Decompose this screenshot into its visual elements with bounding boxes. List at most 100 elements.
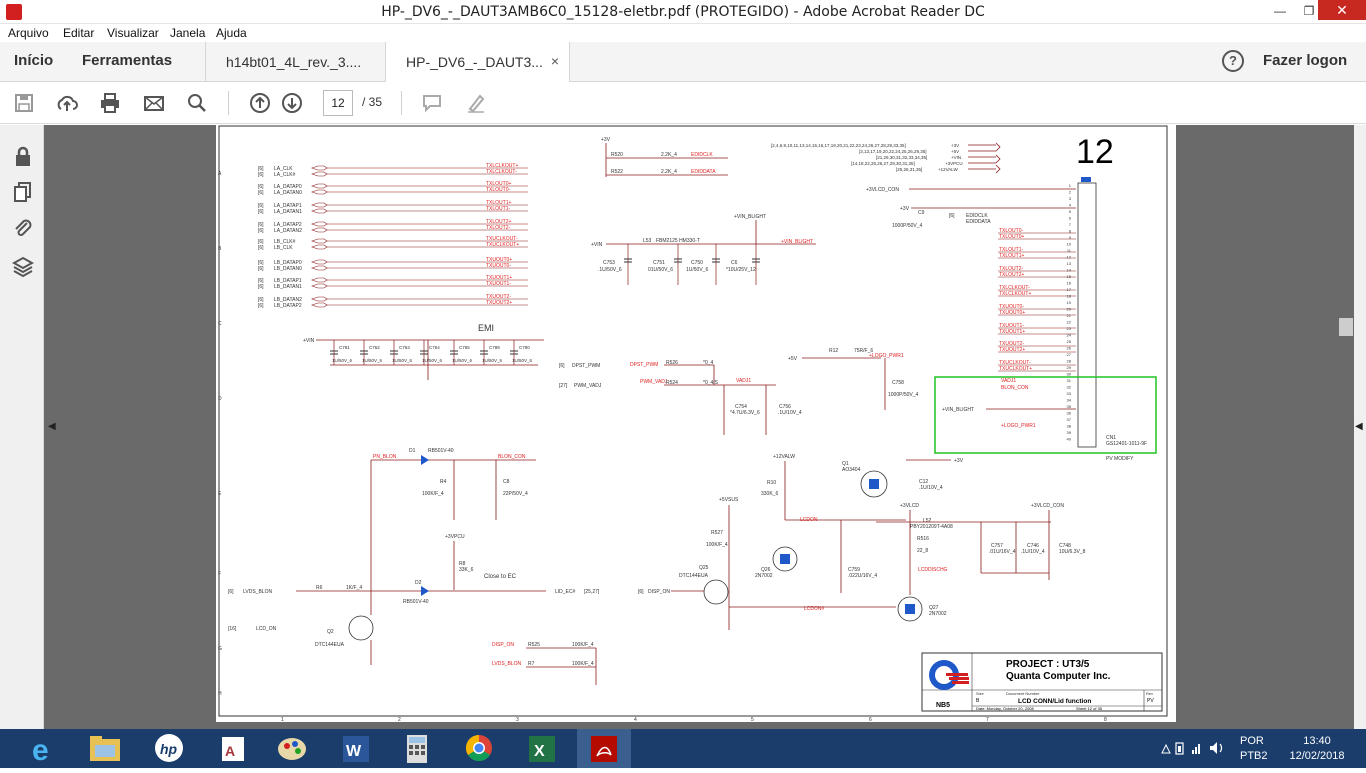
emi-cap-ref: C764 [429,345,440,350]
access-icon[interactable]: A [205,729,259,768]
page-number-input[interactable]: 12 [323,90,353,116]
save-icon[interactable] [13,92,35,114]
print-icon[interactable] [99,92,121,114]
toolbar-separator [401,91,402,115]
part-ref: R526 [666,360,678,366]
previous-page-icon[interactable] [249,92,271,114]
emi-cap-ref: C765 [459,345,470,350]
highlight-pen-icon[interactable] [465,92,487,114]
pin-number: 3 [1069,196,1072,201]
power-rail: +3VPCU [945,161,963,166]
emi-cap-value: 1U/50V_6 [362,358,383,363]
hp-icon[interactable]: hp [142,729,196,768]
part-ref: Q2 [327,629,334,635]
pin-number: 24 [1067,333,1072,338]
excel-icon[interactable]: X [515,729,569,768]
menu-visualizar[interactable]: Visualizar [107,26,159,40]
lcd-connector: +3VLCD_CON +3V C9 1000P/50V_4 [6] EDIDCL… [866,177,1157,462]
collapse-right-icon[interactable]: ◀ [1355,421,1363,432]
emi-cap-value: 1U/50V_6 [452,358,473,363]
close-tab-icon[interactable]: × [551,53,559,69]
comment-icon[interactable] [421,92,443,114]
calculator-icon[interactable] [390,729,444,768]
clock[interactable]: 13:40 12/02/2018 [1282,734,1352,764]
net-port [311,277,328,283]
part-value: 2N7002 [929,611,947,617]
signal-label: LA_DATAN1 [274,209,302,215]
pin-number: 38 [1067,424,1072,429]
part-value: 330K_6 [761,491,778,497]
sheet-ref: [6] [258,228,264,234]
chrome-icon[interactable] [452,729,506,768]
windows-taskbar: e hp A W X POR PTB2 13:40 12/02/2018 [0,729,1366,768]
close-window-button[interactable]: ✕ [1318,0,1366,20]
layers-icon[interactable] [12,255,34,277]
menu-arquivo[interactable]: Arquivo [8,26,49,40]
document-tab-active[interactable]: HP-_DV6_-_DAUT3... × [385,42,570,83]
collapse-left-icon[interactable]: ◀ [48,421,56,432]
grid-labels: 1 2 3 4 5 6 7 8 A B C D E F G H [218,171,1107,723]
pages-icon[interactable] [12,181,34,203]
tab-tools[interactable]: Ferramentas [82,52,172,69]
acrobat-icon[interactable] [577,729,631,768]
net-port [311,283,328,289]
pwm-section: [6] DPST_PWM DPST_PWM [27] PWM_VADJ PWM_… [559,348,919,435]
net-label: TXUOUT0- [486,263,511,269]
lcd-con-label: +3VLCD_CON [866,187,899,193]
ie-icon[interactable]: e [18,729,72,768]
net-port [311,259,328,265]
svg-text:X: X [534,743,545,760]
lock-icon[interactable] [12,145,34,167]
vertical-scrollbar[interactable]: ◀ [1354,125,1366,729]
part-ref: R6 [316,585,323,591]
lcd-power-switch: +12VALW R10 330K_6 Q1 AO3404 C12 .1U/10V… [638,454,1086,630]
paint-icon[interactable] [265,729,319,768]
pdf-page[interactable]: 1 2 3 4 5 6 7 8 A B C D E F G H 12 [6] LA… [216,125,1176,723]
grid-row-label: A [218,171,222,177]
sheet-ref: [6] [258,209,264,215]
part-value: 2.2K_4 [661,152,677,158]
sheet-ref: [6] [258,284,264,290]
upload-cloud-icon[interactable] [56,92,78,114]
sheet-ref: [6] [258,266,264,272]
next-page-icon[interactable] [281,92,303,114]
part-value: 100K/F_4 [706,542,728,548]
menu-editar[interactable]: Editar [63,26,94,40]
help-icon[interactable]: ? [1222,50,1244,72]
blon-section: PN_BLON D1 RB501V-40 BLON_CON R4 100K/F_… [228,448,600,685]
pin-number: 39 [1067,430,1072,435]
minimize-button[interactable]: — [1264,0,1296,22]
tab-home[interactable]: Início [14,52,53,69]
language-indicator[interactable]: POR PTB2 [1240,734,1268,764]
pin-number: 2 [1069,190,1072,195]
logo-pwr-net: +LOGO_PWR1 [869,353,904,359]
menu-ajuda[interactable]: Ajuda [216,26,247,40]
pin-number: 31 [1067,378,1072,383]
vin-blight-net: +VIN_BLIGHT [781,239,813,245]
attachment-icon[interactable] [12,217,34,239]
svg-text:hp: hp [160,741,178,757]
part-value: *10U/25V_12 [726,267,756,273]
power-ref-list: [25,26,31,35] [896,167,922,172]
close-to-ec-note: Close to EC [484,574,517,580]
emi-cap-ref: C761 [339,345,350,350]
net-label: TXUOUT1- [486,281,511,287]
part-value: FBM2125 HM330-T [656,238,700,244]
grid-col-label: 4 [634,717,637,722]
grid-row-label: D [218,396,222,402]
lvds-net-list: [6] LA_CLK TXLCLKOUT+[6] LA_CLK# TXLCLKOUT-[… [258,163,528,309]
word-icon[interactable]: W [329,729,383,768]
pin-number: 16 [1067,281,1072,286]
login-button[interactable]: Fazer logon [1263,52,1347,69]
email-icon[interactable] [143,92,165,114]
scrollbar-thumb[interactable] [1339,318,1353,336]
menu-janela[interactable]: Janela [170,26,205,40]
document-tab[interactable]: h14bt01_4L_rev._3.... [205,42,385,82]
pin-number: 1 [1069,183,1072,188]
logo-text: NB5 [936,702,950,709]
search-icon[interactable] [186,92,208,114]
system-tray-icons[interactable] [1160,739,1232,757]
power-rail: +3V [951,143,959,148]
pin-number: 17 [1067,287,1072,292]
explorer-icon[interactable] [78,729,132,768]
